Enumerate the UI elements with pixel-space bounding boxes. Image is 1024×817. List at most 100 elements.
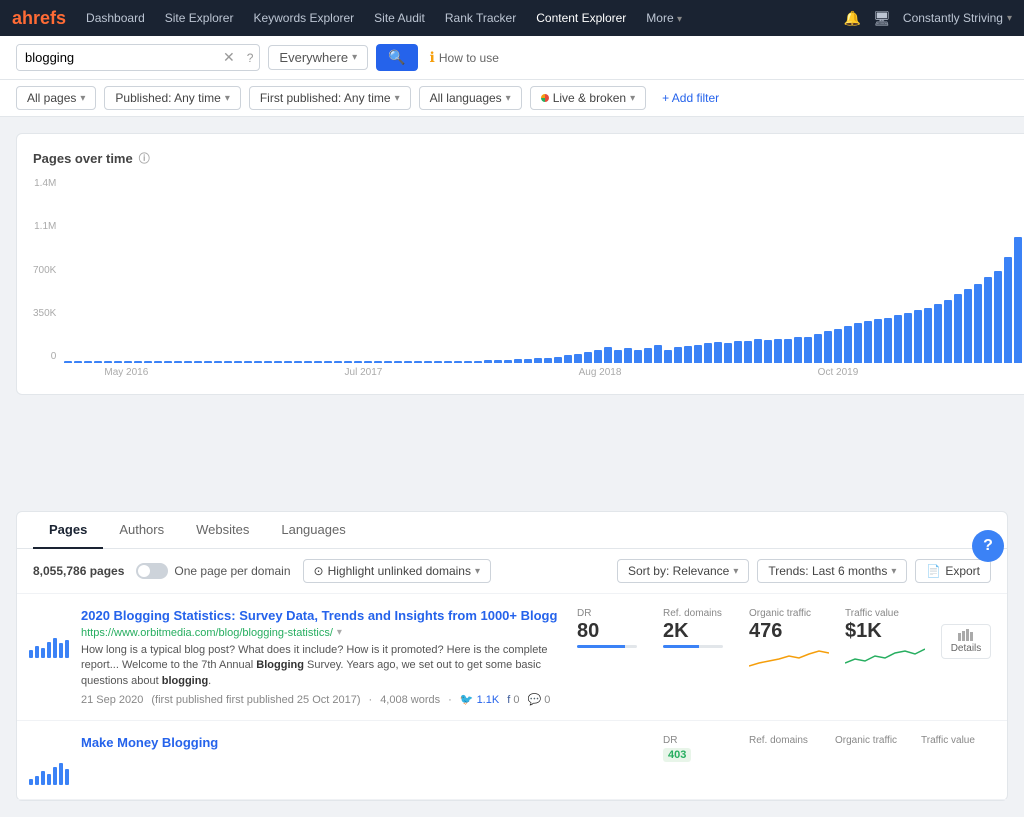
- monitor-icon[interactable]: 🖥: [873, 10, 891, 27]
- twitter-link[interactable]: 1.1K: [477, 694, 500, 706]
- help-bubble[interactable]: ?: [972, 530, 1004, 562]
- search-help-icon[interactable]: ?: [241, 51, 260, 65]
- nav-site-audit[interactable]: Site Audit: [366, 7, 433, 29]
- live-broken-filter[interactable]: Live & broken ▾: [530, 86, 646, 110]
- search-input-wrap: ✕ ?: [16, 44, 260, 71]
- chart-bar: [894, 315, 902, 363]
- chart-bar: [884, 318, 892, 363]
- chart-bar: [124, 361, 132, 363]
- chart-bar: [564, 355, 572, 363]
- chart-bar: [204, 361, 212, 363]
- organic-traffic-sparkline: [749, 641, 829, 671]
- chart-bar: [294, 361, 302, 363]
- chart-title: Pages over time ⓘ: [33, 150, 1024, 166]
- chart-bar: [664, 350, 672, 363]
- twitter-count: 🐦 1.1K: [460, 693, 499, 706]
- tab-websites[interactable]: Websites: [180, 512, 265, 549]
- chart-bar: [924, 308, 932, 364]
- user-menu[interactable]: Constantly Striving ▾: [903, 11, 1012, 25]
- chart-bar: [994, 271, 1002, 364]
- chart-bar: [754, 339, 762, 363]
- chart-bar: [374, 361, 382, 363]
- all-pages-filter[interactable]: All pages ▾: [16, 86, 96, 110]
- chart-bar: [854, 323, 862, 363]
- chart-bar: [694, 345, 702, 364]
- bell-icon[interactable]: 🔔: [844, 10, 861, 27]
- chart-help-icon[interactable]: ⓘ: [139, 150, 150, 166]
- tab-authors[interactable]: Authors: [103, 512, 180, 549]
- languages-filter[interactable]: All languages ▾: [419, 86, 522, 110]
- chart-bar: [154, 361, 162, 363]
- tab-pages[interactable]: Pages: [33, 512, 103, 549]
- chart-bar: [524, 359, 532, 363]
- chart-icon: [958, 629, 974, 641]
- chart-bar: [634, 350, 642, 363]
- chart-bar: [134, 361, 142, 363]
- one-page-toggle[interactable]: One page per domain: [136, 563, 290, 579]
- chart-bar: [914, 310, 922, 363]
- search-button[interactable]: 🔍: [376, 44, 417, 71]
- clear-icon[interactable]: ✕: [217, 49, 241, 66]
- chart-bar: [304, 361, 312, 363]
- nav-content-explorer[interactable]: Content Explorer: [528, 7, 634, 29]
- chart-bar: [264, 361, 272, 363]
- chart-bar: [454, 361, 462, 363]
- chart-bar: [334, 361, 342, 363]
- tab-languages[interactable]: Languages: [265, 512, 361, 549]
- chart-bar: [734, 341, 742, 363]
- trends-select[interactable]: Trends: Last 6 months ▾: [757, 559, 907, 583]
- nav-keywords-explorer[interactable]: Keywords Explorer: [245, 7, 362, 29]
- chart-bars: [64, 178, 1024, 363]
- sort-select[interactable]: Sort by: Relevance ▾: [617, 559, 749, 583]
- chart-bar: [434, 361, 442, 363]
- first-published-filter[interactable]: First published: Any time ▾: [249, 86, 411, 110]
- chart-bar: [724, 343, 732, 363]
- highlight-unlinked-btn[interactable]: ⊙ Highlight unlinked domains ▾: [303, 559, 492, 583]
- nav-rank-tracker[interactable]: Rank Tracker: [437, 7, 524, 29]
- result-title-2[interactable]: Make Money Blogging: [81, 735, 651, 752]
- scope-dropdown[interactable]: Everywhere ▾: [268, 45, 368, 70]
- dr-bar: [577, 645, 637, 648]
- export-button[interactable]: 📄 Export: [915, 559, 991, 583]
- export-icon: 📄: [926, 564, 941, 578]
- chart-bar: [824, 331, 832, 363]
- main-content: Pages over time ⓘ 1.4M 1.1M 700K 350K 0 …: [0, 117, 1024, 511]
- chart-bar: [574, 354, 582, 363]
- add-filter-btn[interactable]: + Add filter: [654, 87, 727, 109]
- top-nav: ahrefs Dashboard Site Explorer Keywords …: [0, 0, 1024, 36]
- nav-dashboard[interactable]: Dashboard: [78, 7, 153, 29]
- chart-bar: [174, 361, 182, 363]
- details-button-1[interactable]: Details: [941, 624, 991, 659]
- chart-bar: [74, 361, 82, 363]
- chart-bar: [594, 350, 602, 363]
- chart-bar: [644, 348, 652, 363]
- chart-bar: [714, 342, 722, 363]
- how-to-use[interactable]: ℹ How to use: [430, 49, 499, 66]
- nav-more[interactable]: More ▾: [638, 7, 690, 29]
- result-sparkline-thumb: [33, 608, 69, 658]
- result-info-2: Make Money Blogging: [81, 735, 651, 752]
- chart-bar: [784, 339, 792, 363]
- chart-bar: [704, 343, 712, 363]
- organic-traffic-metric-2: Organic traffic: [835, 735, 905, 748]
- search-input[interactable]: [17, 45, 217, 70]
- nav-site-explorer[interactable]: Site Explorer: [157, 7, 242, 29]
- toggle-switch[interactable]: [136, 563, 168, 579]
- chart-bar: [794, 337, 802, 363]
- logo: ahrefs: [12, 8, 66, 29]
- chart-bar: [194, 361, 202, 363]
- result-url-1: https://www.orbitmedia.com/blog/blogging…: [81, 627, 565, 639]
- published-filter[interactable]: Published: Any time ▾: [104, 86, 240, 110]
- chart-bar: [804, 337, 812, 363]
- traffic-value-metric-2: Traffic value: [921, 735, 991, 748]
- chart-bar: [1004, 257, 1012, 363]
- chart-bar: [64, 361, 72, 363]
- chart-bar: [364, 361, 372, 363]
- result-title-1[interactable]: 2020 Blogging Statistics: Survey Data, T…: [81, 608, 565, 625]
- chart-bar: [404, 361, 412, 363]
- chart-bar: [354, 361, 362, 363]
- traffic-value-metric: Traffic value $1K: [845, 608, 925, 674]
- chart-bar: [234, 361, 242, 363]
- result-info-1: 2020 Blogging Statistics: Survey Data, T…: [81, 608, 565, 706]
- chart-bar: [954, 294, 962, 363]
